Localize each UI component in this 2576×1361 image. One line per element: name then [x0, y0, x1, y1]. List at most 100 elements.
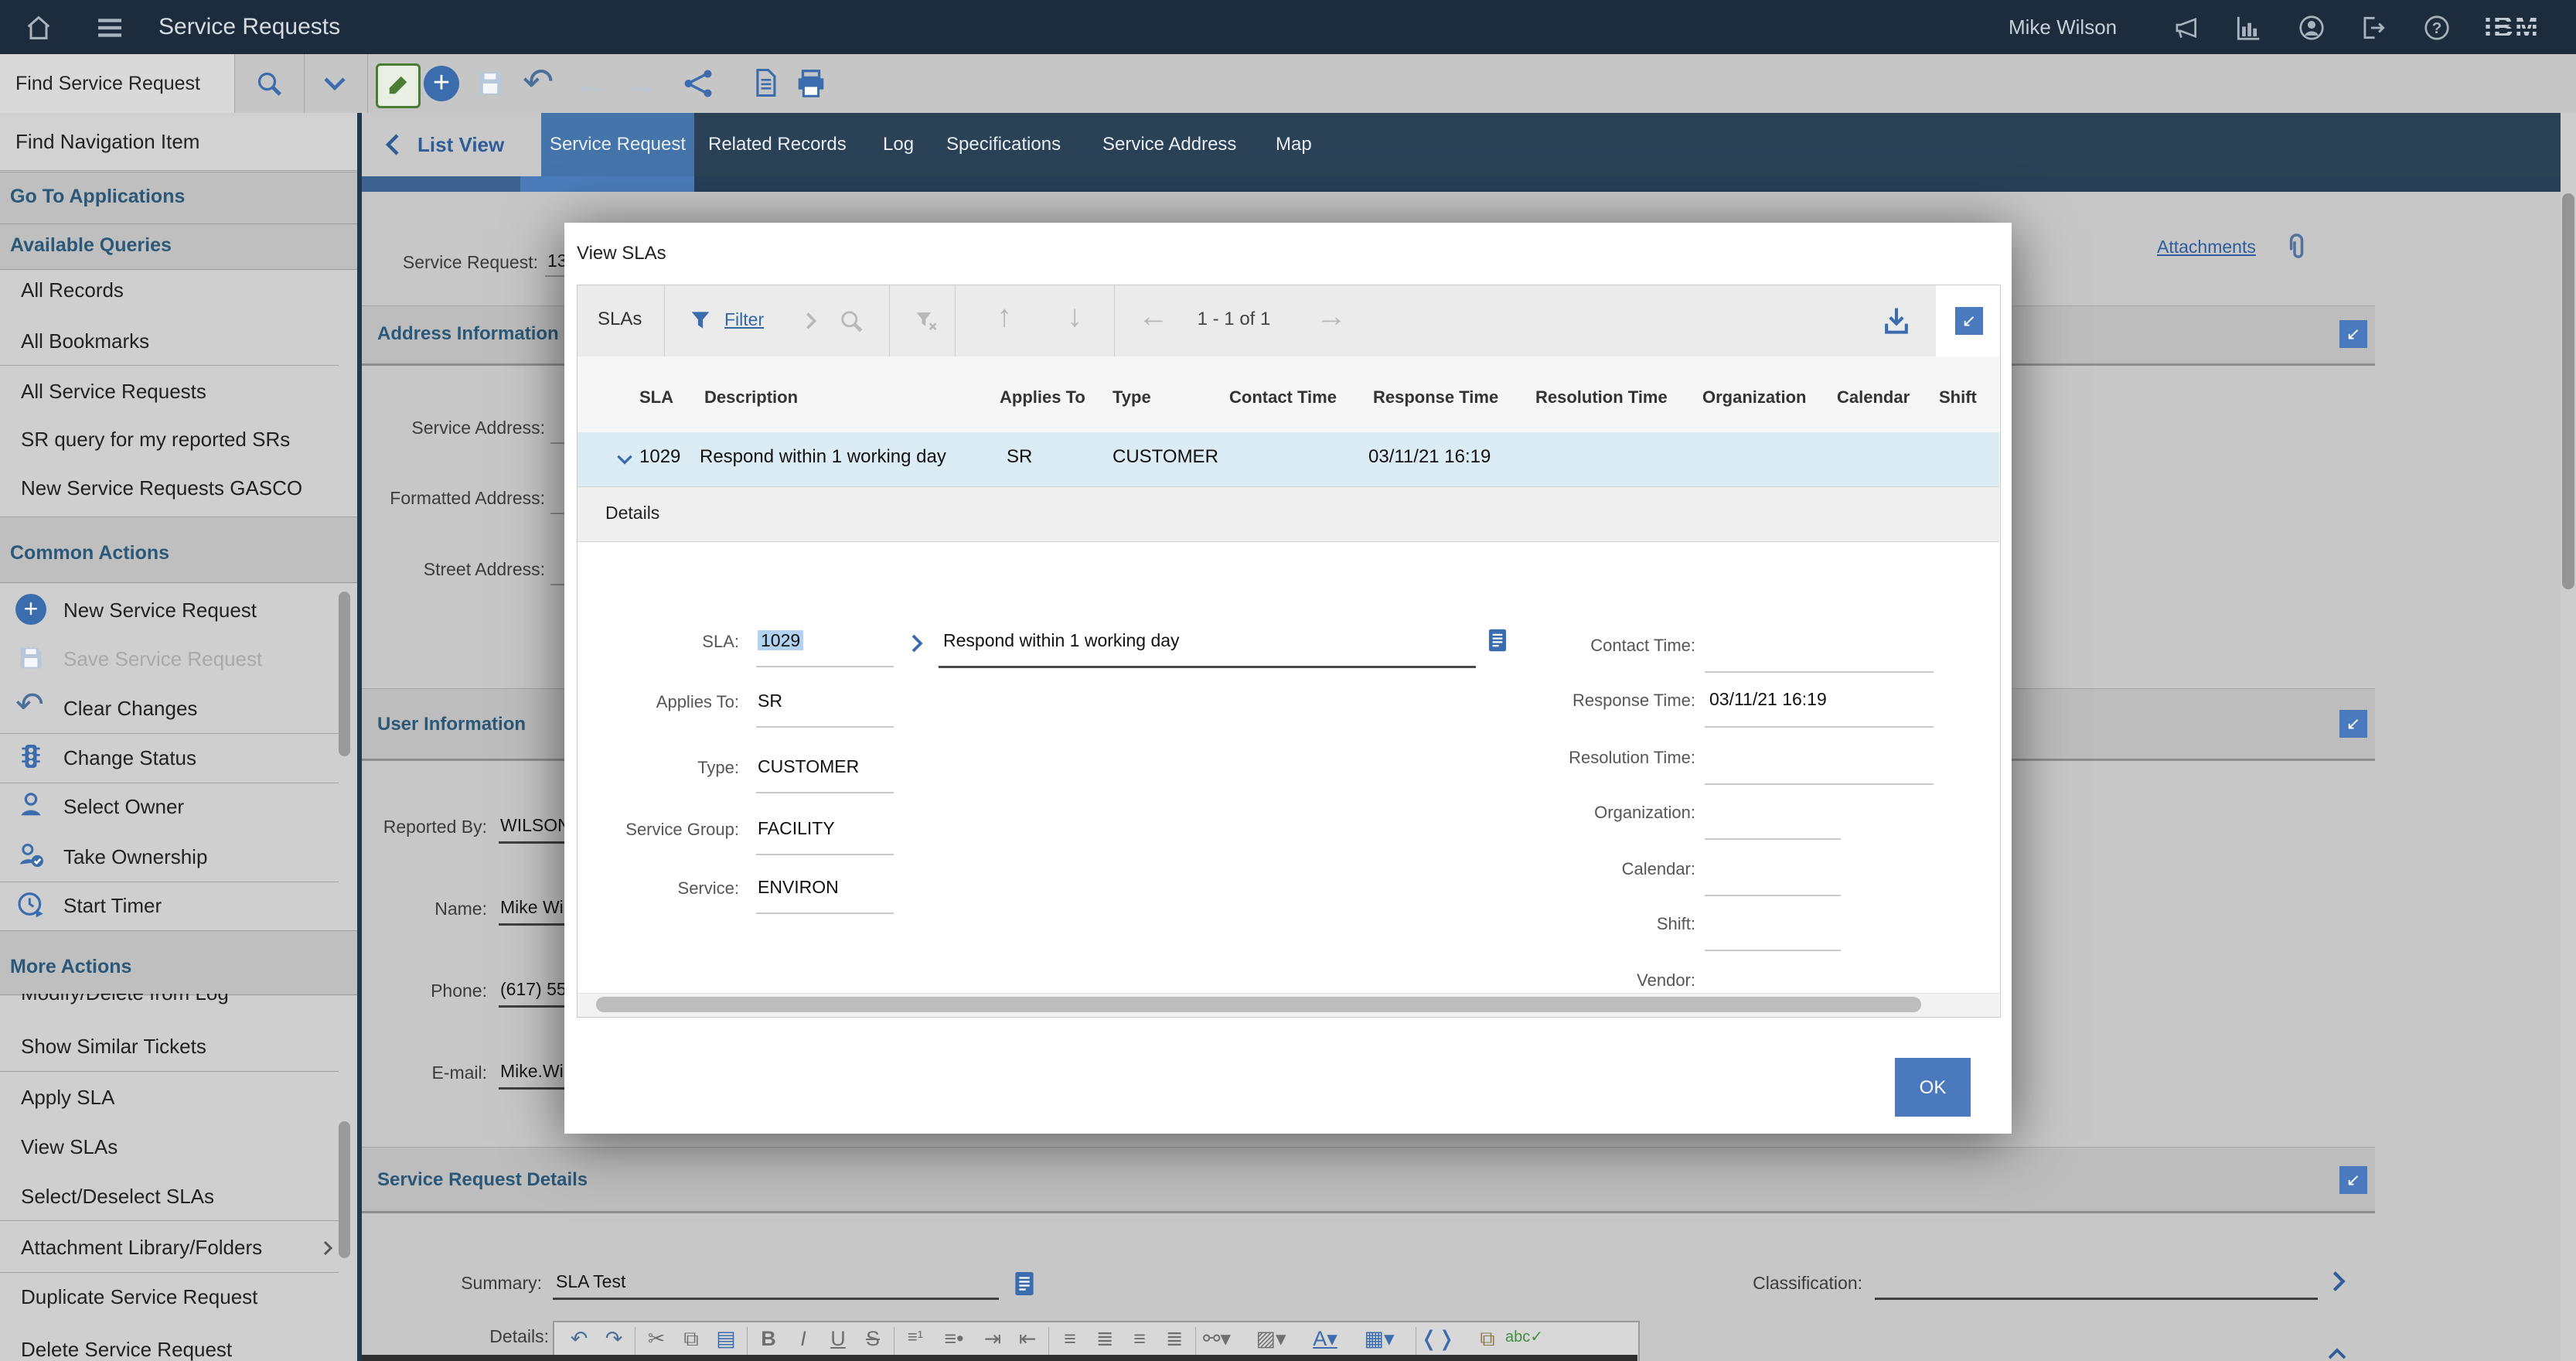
image-icon[interactable]: ▨▾: [1254, 1327, 1288, 1351]
sidebar-item-take-ownership[interactable]: Take Ownership: [63, 845, 404, 869]
col-response-time[interactable]: Response Time: [1373, 387, 1498, 408]
sidebar-item-all-service-requests[interactable]: All Service Requests: [21, 380, 361, 404]
restore-dialog-button[interactable]: ↙: [1955, 307, 1983, 335]
home-icon[interactable]: [23, 12, 54, 43]
collapse-user-button[interactable]: ↙: [2339, 710, 2367, 738]
classification-detail-chevron-icon[interactable]: [2326, 1268, 2352, 1294]
col-type[interactable]: Type: [1113, 387, 1151, 408]
sidebar-item-sr-query[interactable]: SR query for my reported SRs: [21, 428, 361, 452]
service-value[interactable]: ENVIRON: [758, 877, 839, 898]
ordered-list-icon[interactable]: ≡¹: [898, 1327, 932, 1347]
new-record-button[interactable]: +: [424, 66, 459, 101]
help-icon[interactable]: [2422, 13, 2452, 43]
email-value[interactable]: Mike.Wil: [500, 1061, 567, 1082]
sidebar-item-clipped[interactable]: Modify/Delete from Log: [0, 994, 340, 1011]
source-icon[interactable]: ❬❭: [1420, 1327, 1454, 1351]
sidebar-scrollbar-more[interactable]: [339, 1121, 350, 1258]
find-navigation-input[interactable]: Find Navigation Item: [0, 116, 357, 171]
next-page-icon[interactable]: →: [1316, 299, 1347, 334]
italic-icon[interactable]: I: [786, 1327, 820, 1351]
spellcheck-icon[interactable]: abc✓: [1505, 1327, 1539, 1346]
sidebar-item-select-owner[interactable]: Select Owner: [63, 795, 404, 819]
search-icon[interactable]: [837, 307, 865, 335]
user-name[interactable]: Mike Wilson: [2009, 0, 2117, 54]
strikethrough-icon[interactable]: S: [856, 1327, 890, 1351]
longdesc-icon[interactable]: [1009, 1268, 1040, 1299]
back-icon[interactable]: ←: [574, 62, 609, 104]
reported-by-value[interactable]: WILSON: [500, 815, 571, 836]
sidebar-item-select-deselect-slas[interactable]: Select/Deselect SLAs: [21, 1185, 361, 1209]
tab-log[interactable]: Log: [883, 113, 914, 176]
sidebar-section-common[interactable]: Common Actions: [0, 517, 357, 583]
cut-icon[interactable]: ✂: [639, 1327, 673, 1351]
sidebar-item-view-slas[interactable]: View SLAs: [21, 1135, 361, 1159]
profile-icon[interactable]: [2297, 13, 2326, 43]
sla-table-row[interactable]: 1029 Respond within 1 working day SR CUS…: [578, 432, 1999, 487]
back-to-list[interactable]: List View: [362, 113, 541, 176]
outdent-icon[interactable]: ⇤: [1010, 1327, 1044, 1351]
copy-icon[interactable]: ⧉: [674, 1327, 708, 1352]
row-down-icon[interactable]: ↓: [1067, 299, 1082, 334]
align-right-icon[interactable]: ≡: [1123, 1327, 1157, 1351]
service-request-details-section[interactable]: Service Request Details: [362, 1147, 2375, 1213]
text-color-icon[interactable]: A▾: [1308, 1327, 1342, 1351]
sidebar-item-apply-sla[interactable]: Apply SLA: [21, 1086, 361, 1110]
phone-value[interactable]: (617) 55: [500, 979, 567, 1000]
expand-row-icon[interactable]: [615, 449, 635, 469]
save-icon[interactable]: [473, 67, 507, 101]
tab-specifications[interactable]: Specifications: [946, 113, 1061, 176]
response-time-value[interactable]: 03/11/21 16:19: [1709, 689, 1827, 710]
sidebar-item-show-similar-tickets[interactable]: Show Similar Tickets: [21, 1035, 361, 1059]
signout-icon[interactable]: [2359, 13, 2388, 43]
collapse-address-button[interactable]: ↙: [2339, 320, 2367, 348]
scroll-up-chevron-icon[interactable]: [2326, 1342, 2349, 1361]
link-icon[interactable]: ⚯▾: [1200, 1327, 1234, 1351]
expand-filter-chevron-icon[interactable]: [800, 310, 822, 332]
clear-filter-icon[interactable]: [912, 307, 939, 333]
cell-response-time[interactable]: 03/11/21 16:19: [1368, 446, 1491, 468]
sla-description-value[interactable]: Respond within 1 working day: [943, 630, 1180, 651]
find-dropdown-cell[interactable]: [304, 54, 368, 113]
indent-icon[interactable]: ⇥: [976, 1327, 1010, 1351]
tab-service-address[interactable]: Service Address: [1102, 113, 1236, 176]
sidebar-item-attachment-library[interactable]: Attachment Library/Folders: [21, 1236, 361, 1260]
search-icon[interactable]: [254, 68, 285, 99]
service-group-value[interactable]: FACILITY: [758, 818, 835, 839]
summary-value[interactable]: SLA Test: [556, 1271, 625, 1292]
collapse-details-button[interactable]: ↙: [2339, 1166, 2367, 1194]
sidebar-section-goto[interactable]: Go To Applications: [0, 172, 357, 224]
underline-icon[interactable]: U: [821, 1327, 855, 1351]
name-value[interactable]: Mike Wil: [500, 897, 567, 918]
align-left-icon[interactable]: ≡: [1053, 1327, 1087, 1351]
filter-icon[interactable]: [687, 307, 714, 333]
sidebar-item-duplicate-service-request[interactable]: Duplicate Service Request: [21, 1285, 361, 1309]
workflow-icon[interactable]: [680, 66, 716, 101]
highlight-icon[interactable]: ▦▾: [1362, 1327, 1396, 1351]
type-value[interactable]: CUSTOMER: [758, 756, 859, 777]
tab-map[interactable]: Map: [1276, 113, 1312, 176]
forward-icon[interactable]: →: [623, 62, 659, 104]
sidebar-item-all-records[interactable]: All Records: [21, 278, 361, 302]
col-sla[interactable]: SLA: [639, 387, 673, 408]
menu-icon[interactable]: [94, 12, 125, 43]
sidebar-item-clear-changes[interactable]: Clear Changes: [63, 697, 404, 721]
chart-icon[interactable]: [2234, 13, 2263, 43]
paperclip-icon[interactable]: [2279, 230, 2313, 264]
col-resolution-time[interactable]: Resolution Time: [1535, 387, 1668, 408]
page-scrollbar-thumb[interactable]: [2562, 193, 2574, 589]
megaphone-icon[interactable]: [2171, 13, 2200, 43]
redo-icon[interactable]: ↷: [597, 1327, 631, 1351]
edit-mode-button[interactable]: [376, 63, 421, 108]
cell-applies-to[interactable]: SR: [1007, 446, 1032, 468]
sidebar-section-more[interactable]: More Actions: [0, 930, 357, 995]
cell-description[interactable]: Respond within 1 working day: [700, 446, 946, 468]
bullet-list-icon[interactable]: ≡•: [937, 1327, 971, 1351]
cell-sla[interactable]: 1029: [639, 446, 680, 468]
justify-icon[interactable]: ≣: [1157, 1327, 1191, 1351]
report-icon[interactable]: [748, 66, 782, 100]
sidebar-item-delete-service-request[interactable]: Delete Service Request: [21, 1338, 361, 1361]
download-icon[interactable]: [1879, 304, 1913, 338]
find-search-cell[interactable]: [234, 54, 305, 113]
cell-type[interactable]: CUSTOMER: [1113, 446, 1218, 468]
table-hscrollbar-thumb[interactable]: [596, 997, 1921, 1012]
